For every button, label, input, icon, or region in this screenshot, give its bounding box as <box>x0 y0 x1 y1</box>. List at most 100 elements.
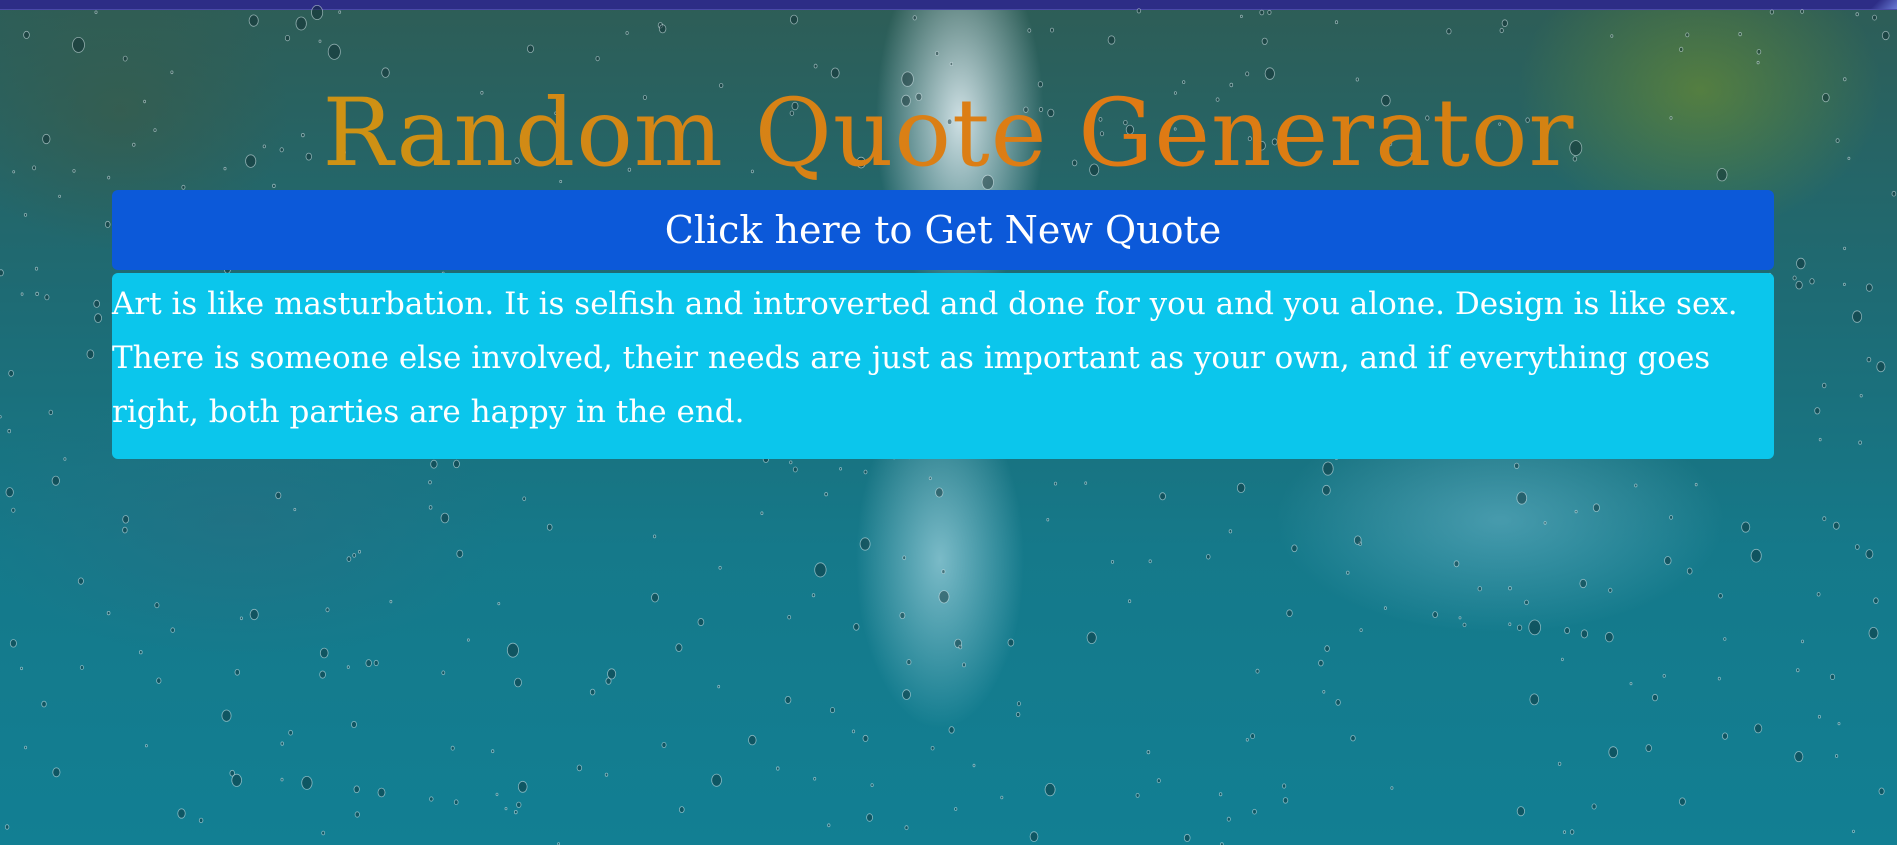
rain-drop <box>1462 622 1467 628</box>
rain-drop <box>0 269 4 277</box>
quote-box: Art is like masturbation. It is selfish … <box>112 273 1774 459</box>
rain-drop <box>661 742 667 749</box>
rain-drop <box>1837 721 1841 726</box>
rain-drop <box>811 593 816 598</box>
rain-drop <box>1794 751 1804 763</box>
rain-drop <box>63 457 67 461</box>
rain-drop <box>657 22 664 29</box>
rain-drop <box>288 729 293 736</box>
rain-drop <box>1322 461 1334 476</box>
rain-drop <box>1645 744 1652 752</box>
rain-drop <box>1007 638 1015 647</box>
rain-drop <box>1477 586 1482 592</box>
rain-drop <box>972 763 976 768</box>
rain-drop <box>248 14 259 27</box>
rain-drop <box>866 813 873 822</box>
rain-drop <box>491 749 495 754</box>
rain-drop <box>546 523 553 531</box>
rain-drop <box>902 555 907 561</box>
rain-drop <box>675 643 683 652</box>
rain-drop <box>139 650 143 655</box>
rain-drop <box>904 825 909 831</box>
rain-drop <box>373 659 379 667</box>
rain-drop <box>440 512 450 524</box>
rain-drop <box>625 31 629 35</box>
rain-drop <box>930 746 935 751</box>
rain-drop <box>1050 27 1055 33</box>
rain-drop <box>851 729 856 734</box>
rain-drop <box>935 487 944 498</box>
rain-drop <box>52 767 61 778</box>
rain-drop <box>792 466 798 473</box>
rain-drop <box>1528 619 1541 636</box>
rain-drop <box>231 773 243 787</box>
rain-drop <box>1878 787 1885 795</box>
rain-drop <box>1868 626 1879 640</box>
rain-drop <box>430 459 438 469</box>
rain-drop <box>790 14 799 25</box>
rain-drop <box>1282 797 1289 804</box>
rain-drop <box>748 734 757 746</box>
rain-drop <box>514 677 522 688</box>
rain-drop <box>1027 28 1032 33</box>
rain-drop <box>938 590 950 604</box>
rain-drop <box>906 659 912 666</box>
rain-drop <box>830 707 836 714</box>
rain-drop <box>1662 674 1666 678</box>
rain-drop <box>1350 735 1356 742</box>
rain-drop <box>106 610 111 616</box>
rain-drop <box>122 526 128 534</box>
new-quote-button[interactable]: Click here to Get New Quote <box>112 190 1774 270</box>
rain-drop <box>441 670 446 676</box>
rain-drop <box>1859 394 1863 398</box>
rain-drop <box>86 349 95 359</box>
rain-drop <box>1156 778 1161 784</box>
rain-drop <box>1608 587 1613 593</box>
rain-drop <box>35 291 39 296</box>
rain-drop <box>79 665 84 670</box>
rain-drop <box>170 627 176 633</box>
rain-drop <box>354 811 360 818</box>
rain-drop <box>1855 12 1859 17</box>
rain-drop <box>1252 808 1257 815</box>
rain-drop <box>1872 14 1877 21</box>
rain-drop <box>156 677 162 684</box>
rain-drop <box>576 764 583 772</box>
rain-drop <box>1228 529 1233 534</box>
rain-drop <box>497 601 501 606</box>
rain-drop <box>1508 586 1512 591</box>
rain-drop <box>239 616 243 621</box>
rain-drop <box>229 769 235 777</box>
rain-drop <box>517 780 528 793</box>
rain-drop <box>325 607 330 613</box>
quote-text: Art is like masturbation. It is selfish … <box>112 286 1738 430</box>
rain-drop <box>1240 14 1243 18</box>
rain-drop <box>144 744 148 748</box>
rain-drop <box>1516 806 1526 817</box>
rain-drop <box>1291 544 1298 553</box>
rain-drop <box>1432 611 1438 618</box>
rain-drop <box>1852 829 1855 834</box>
rain-drop <box>8 369 14 377</box>
rain-drop <box>275 491 282 500</box>
rain-drop <box>824 492 828 497</box>
rain-drop <box>1876 361 1886 373</box>
rain-drop <box>1110 560 1115 564</box>
rain-drop <box>1517 624 1523 631</box>
rain-drop <box>1843 246 1847 251</box>
rain-drop <box>1723 637 1727 641</box>
rain-drop <box>1000 795 1004 800</box>
rain-drop <box>1524 599 1529 606</box>
rain-drop <box>280 777 284 782</box>
rain-drop <box>221 709 232 722</box>
rain-drop <box>1148 559 1152 564</box>
rain-drop <box>1694 482 1698 487</box>
rain-drop <box>93 299 100 308</box>
rain-drop <box>1218 792 1223 797</box>
rain-drop <box>1183 833 1191 842</box>
rain-drop <box>718 565 722 570</box>
rain-drop <box>1446 28 1452 35</box>
rain-drop <box>1354 535 1362 545</box>
rain-drop <box>658 24 667 34</box>
rain-drop <box>1750 548 1762 563</box>
